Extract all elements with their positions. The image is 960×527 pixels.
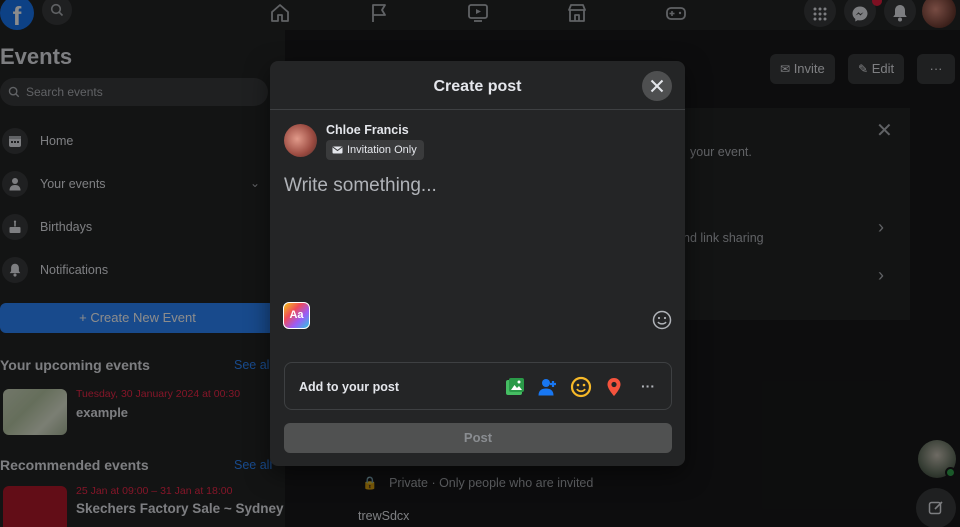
check-in-icon[interactable] [603,376,625,398]
tag-people-icon[interactable] [537,376,559,398]
audience-label: Invitation Only [347,144,417,156]
post-text-input[interactable]: Write something... [284,175,437,197]
envelope-icon [332,146,343,154]
emoji-icon[interactable] [652,310,672,330]
text-background-button[interactable]: Aa [283,302,310,329]
dialog-header: Create post [270,61,685,110]
author-avatar [284,124,317,157]
close-icon [650,79,664,93]
more-icon[interactable]: ··· [637,376,659,398]
close-dialog-button[interactable] [642,71,672,101]
add-to-post-bar: Add to your post ··· [284,362,672,410]
audience-selector[interactable]: Invitation Only [326,140,424,160]
post-button[interactable]: Post [284,423,672,453]
feeling-icon[interactable] [570,376,592,398]
dialog-title: Create post [433,78,522,95]
create-post-dialog: Create post Chloe Francis Invitation Onl… [270,61,685,466]
add-to-post-label: Add to your post [299,380,399,394]
aa-label: Aa [289,309,304,321]
author-name: Chloe Francis [326,123,409,137]
photo-video-icon[interactable] [504,376,526,398]
